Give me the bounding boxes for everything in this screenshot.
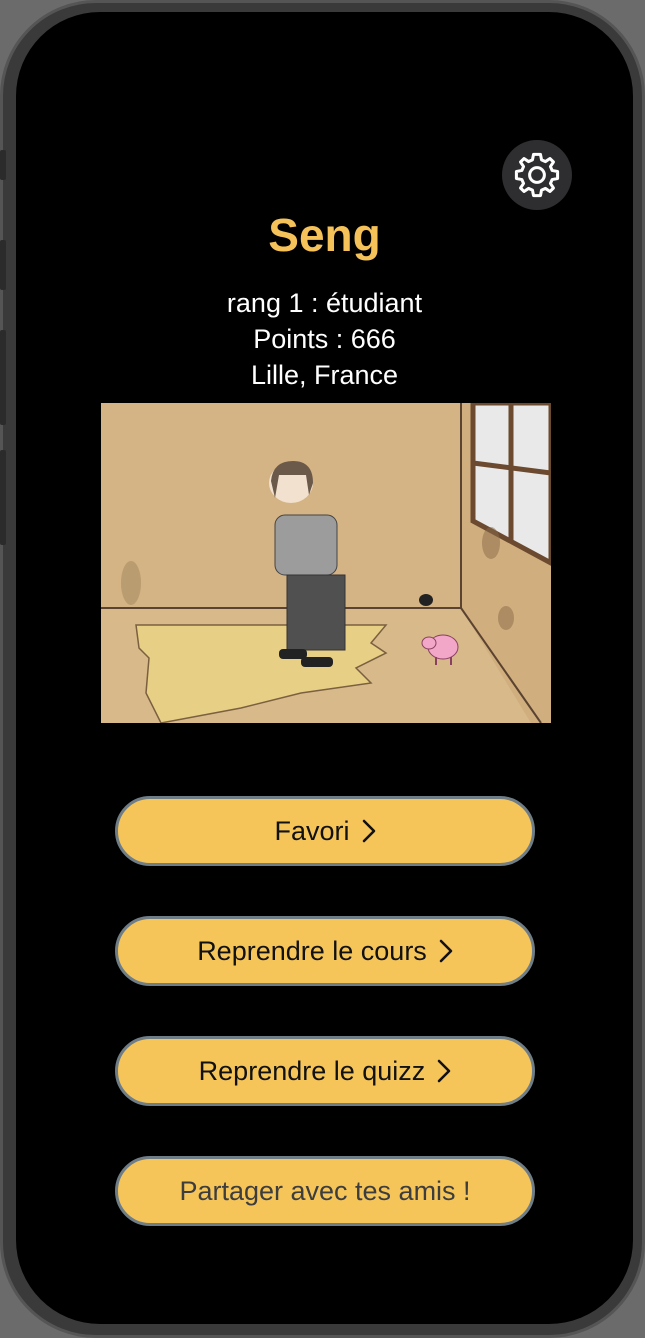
resume-quiz-button[interactable]: Reprendre le quizz (115, 1036, 535, 1106)
favorites-button[interactable]: Favori (115, 796, 535, 866)
resume-quiz-button-label: Reprendre le quizz (198, 1055, 426, 1086)
user-name: Seng (268, 209, 381, 261)
chevron-right-icon (362, 819, 376, 843)
device-side-button (0, 330, 6, 425)
app-screen: Seng rang 1 : étudiant Points : 666 Lill… (16, 12, 633, 1324)
device-side-button (0, 450, 6, 545)
share-button-label: Partager avec tes amis ! (179, 1175, 471, 1206)
chevron-right-icon (437, 1059, 451, 1083)
resume-course-button-label: Reprendre le cours (197, 935, 427, 966)
location-text: Lille, France (250, 360, 399, 390)
points-text: Points : 666 (253, 324, 396, 354)
rank-text: rang 1 : étudiant (226, 288, 423, 318)
profile-illustration (101, 403, 551, 723)
device-side-button (0, 150, 6, 180)
device-side-button (0, 240, 6, 290)
gear-icon (514, 152, 560, 198)
resume-course-button[interactable]: Reprendre le cours (115, 916, 535, 986)
favorites-button-label: Favori (274, 815, 350, 846)
share-button[interactable]: Partager avec tes amis ! (115, 1156, 535, 1226)
chevron-right-icon (439, 939, 453, 963)
settings-button[interactable] (502, 140, 572, 210)
